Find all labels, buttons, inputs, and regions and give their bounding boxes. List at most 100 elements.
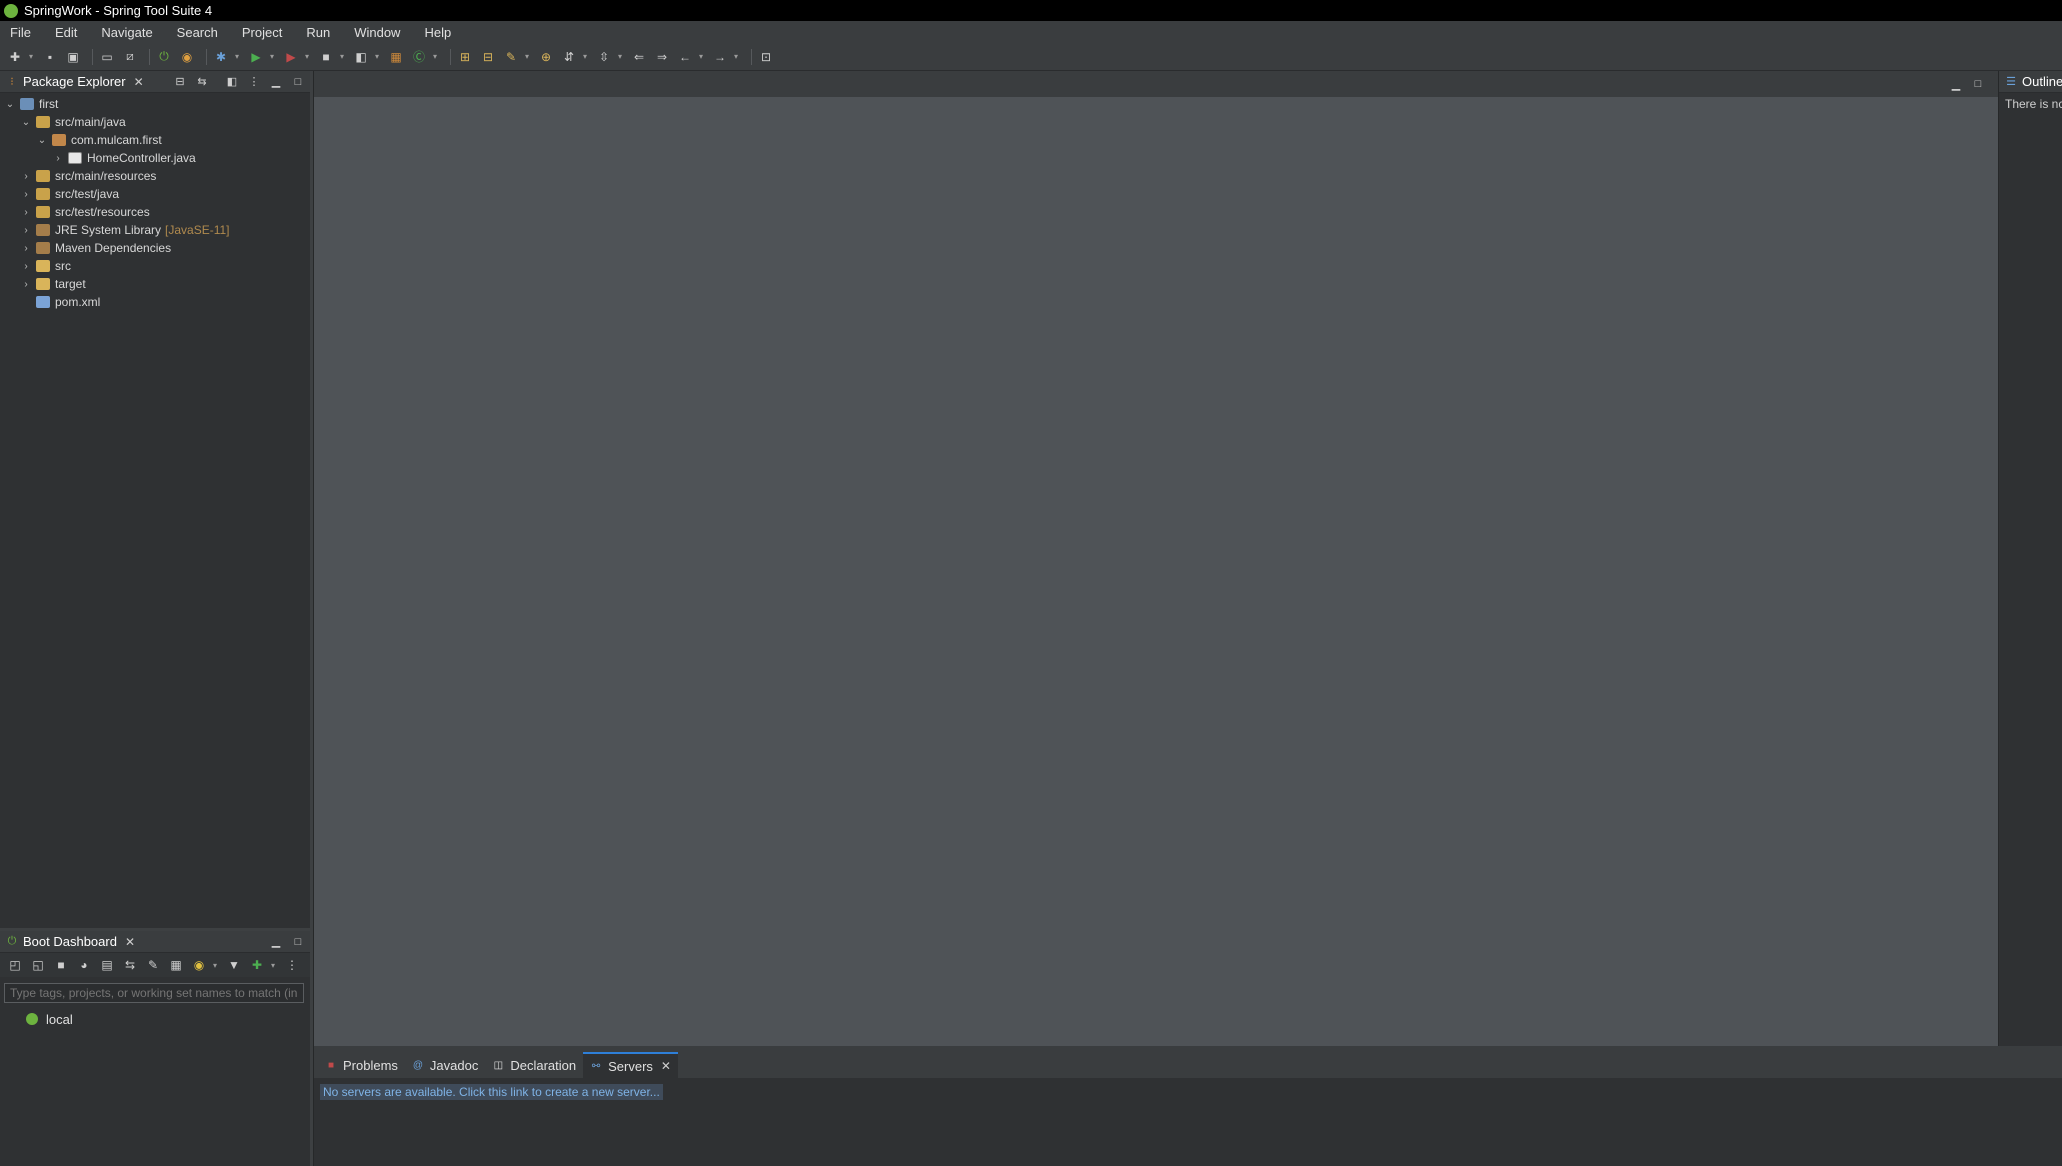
menu-window[interactable]: Window xyxy=(348,25,406,40)
open-task-icon[interactable]: ⊕ xyxy=(537,49,555,65)
filter-icon[interactable]: ▼ xyxy=(225,957,243,973)
tab-outline[interactable]: ☰ Outline xyxy=(1999,71,2062,93)
stop-icon[interactable]: ■ xyxy=(317,49,335,65)
new-dropdown-icon[interactable]: ▾ xyxy=(29,52,36,61)
add-icon[interactable]: ✚ xyxy=(248,957,266,973)
last-edit-icon[interactable]: ⇐ xyxy=(630,49,648,65)
start-icon[interactable]: ◰ xyxy=(6,957,24,973)
stop-icon[interactable]: ■ xyxy=(52,957,70,973)
tree-item[interactable]: › JRE System Library [JavaSE-11] xyxy=(0,221,310,239)
maximize-icon[interactable]: □ xyxy=(290,934,306,950)
boot-dashboard-filter-input[interactable] xyxy=(4,983,304,1003)
tree-item[interactable]: › HomeController.java xyxy=(0,149,310,167)
menu-project[interactable]: Project xyxy=(236,25,288,40)
tab-declaration[interactable]: ◫ Declaration xyxy=(485,1052,583,1078)
forward-dropdown-icon[interactable]: ▾ xyxy=(734,52,741,61)
tab-javadoc[interactable]: @ Javadoc xyxy=(405,1052,485,1078)
open-browser-icon[interactable]: ◕ xyxy=(75,957,93,973)
run-icon[interactable]: ▶ xyxy=(247,49,265,65)
menu-search[interactable]: Search xyxy=(171,25,224,40)
menu-help[interactable]: Help xyxy=(418,25,457,40)
close-icon[interactable]: ✕ xyxy=(125,935,135,949)
back-dropdown-icon[interactable]: ▾ xyxy=(699,52,706,61)
chevron-right-icon[interactable]: › xyxy=(20,207,32,218)
tab-boot-dashboard[interactable]: ⏻ Boot Dashboard ✕ xyxy=(0,931,141,953)
external-tools-icon[interactable]: ▶ xyxy=(282,49,300,65)
tree-item[interactable]: ⌄ src/main/java xyxy=(0,113,310,131)
new-class-dropdown-icon[interactable]: ▾ xyxy=(433,52,440,61)
tree-item[interactable]: › target xyxy=(0,275,310,293)
view-menu-icon[interactable]: ⋮ xyxy=(246,74,262,90)
create-server-link[interactable]: No servers are available. Click this lin… xyxy=(320,1084,663,1100)
chevron-right-icon[interactable]: › xyxy=(52,153,64,164)
close-icon[interactable]: ✕ xyxy=(134,75,144,89)
chevron-down-icon[interactable]: ⌄ xyxy=(20,117,32,128)
tab-problems[interactable]: ■ Problems xyxy=(318,1052,405,1078)
save-all-icon[interactable]: ▣ xyxy=(64,49,82,65)
next-annotation-icon[interactable]: ⇳ xyxy=(595,49,613,65)
live-hover-dropdown-icon[interactable]: ▾ xyxy=(213,961,220,970)
annotation-icon[interactable]: ⇵ xyxy=(560,49,578,65)
chevron-right-icon[interactable]: › xyxy=(20,279,32,290)
annotation-dropdown-icon[interactable]: ▾ xyxy=(583,52,590,61)
minimize-icon[interactable]: ▁ xyxy=(268,74,284,90)
console-icon[interactable]: ▭ xyxy=(98,49,116,65)
stop-dropdown-icon[interactable]: ▾ xyxy=(340,52,347,61)
tree-item[interactable]: › src/test/resources xyxy=(0,203,310,221)
properties-icon[interactable]: ▦ xyxy=(167,957,185,973)
chevron-right-icon[interactable]: › xyxy=(20,243,32,254)
chevron-right-icon[interactable]: › xyxy=(20,225,32,236)
focus-workspace-icon[interactable]: ◧ xyxy=(224,74,240,90)
menu-edit[interactable]: Edit xyxy=(49,25,83,40)
chevron-right-icon[interactable]: › xyxy=(20,261,32,272)
boot-dashboard-local-item[interactable]: local xyxy=(0,1009,310,1029)
forward-icon[interactable]: → xyxy=(711,49,729,65)
close-icon[interactable]: ✕ xyxy=(661,1059,671,1073)
tab-servers[interactable]: ⚯ Servers ✕ xyxy=(583,1052,678,1078)
collapse-all-icon[interactable]: ⊟ xyxy=(172,74,188,90)
tree-item[interactable]: › src xyxy=(0,257,310,275)
spring-starter-icon[interactable]: ◉ xyxy=(178,49,196,65)
tree-item[interactable]: ⌄ first xyxy=(0,95,310,113)
external-tools-dropdown-icon[interactable]: ▾ xyxy=(305,52,312,61)
live-hover-icon[interactable]: ◉ xyxy=(190,957,208,973)
back-icon[interactable]: ← xyxy=(676,49,694,65)
menu-run[interactable]: Run xyxy=(300,25,336,40)
debug-icon[interactable]: ✱ xyxy=(212,49,230,65)
chevron-right-icon[interactable]: › xyxy=(20,171,32,182)
boot-dashboard-icon[interactable]: ⏻ xyxy=(155,49,173,65)
chevron-right-icon[interactable]: › xyxy=(20,189,32,200)
link-with-editor-icon[interactable]: ⇆ xyxy=(194,74,210,90)
menu-file[interactable]: File xyxy=(4,25,37,40)
minimize-icon[interactable]: ▁ xyxy=(1948,76,1964,92)
editor-area[interactable]: ▁ □ xyxy=(313,71,1998,1046)
new-server-icon[interactable]: ◧ xyxy=(352,49,370,65)
maximize-icon[interactable]: □ xyxy=(290,74,306,90)
tree-item[interactable]: › Maven Dependencies xyxy=(0,239,310,257)
menu-navigate[interactable]: Navigate xyxy=(95,25,158,40)
chevron-down-icon[interactable]: ⌄ xyxy=(4,99,16,110)
new-class-icon[interactable]: Ⓒ xyxy=(410,49,428,65)
tree-item[interactable]: pom.xml xyxy=(0,293,310,311)
tree-item[interactable]: › src/test/java xyxy=(0,185,310,203)
add-dropdown-icon[interactable]: ▾ xyxy=(271,961,278,970)
debug-dropdown-icon[interactable]: ▾ xyxy=(235,52,242,61)
tab-package-explorer[interactable]: ⁝ Package Explorer ✕ xyxy=(0,71,150,93)
tree-item[interactable]: ⌄ com.mulcam.first xyxy=(0,131,310,149)
forward-edit-icon[interactable]: ⇒ xyxy=(653,49,671,65)
chevron-down-icon[interactable]: ⌄ xyxy=(36,135,48,146)
search-icon[interactable]: ✎ xyxy=(502,49,520,65)
new-server-dropdown-icon[interactable]: ▾ xyxy=(375,52,382,61)
save-icon[interactable]: ▪ xyxy=(41,49,59,65)
open-console-icon[interactable]: ▤ xyxy=(98,957,116,973)
skip-breakpoints-icon[interactable]: ⧄ xyxy=(121,49,139,65)
search-dropdown-icon[interactable]: ▾ xyxy=(525,52,532,61)
maximize-icon[interactable]: □ xyxy=(1970,76,1986,92)
run-dropdown-icon[interactable]: ▾ xyxy=(270,52,277,61)
view-menu-icon[interactable]: ⋮ xyxy=(283,957,301,973)
tree-item[interactable]: › src/main/resources xyxy=(0,167,310,185)
open-type-icon[interactable]: ⊞ xyxy=(456,49,474,65)
next-annotation-dropdown-icon[interactable]: ▾ xyxy=(618,52,625,61)
debug-start-icon[interactable]: ◱ xyxy=(29,957,47,973)
refresh-icon[interactable]: ⇆ xyxy=(121,957,139,973)
